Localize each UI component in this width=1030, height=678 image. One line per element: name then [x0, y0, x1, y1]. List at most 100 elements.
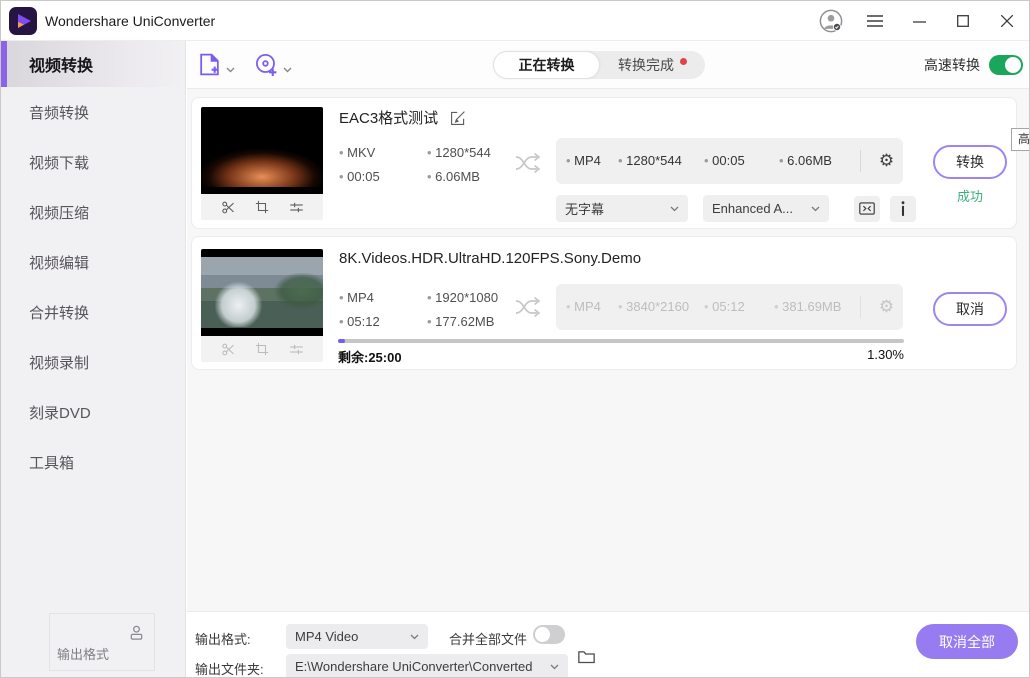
- remaining-time: 剩余:25:00: [338, 347, 402, 366]
- add-disc-icon: [254, 52, 279, 77]
- progress-fill: [338, 339, 345, 343]
- target-size: 381.69MB: [774, 284, 841, 330]
- settings-gear-icon[interactable]: ⚙: [870, 138, 903, 184]
- output-folder-dropdown[interactable]: E:\Wondershare UniConverter\Converted: [286, 654, 568, 678]
- sidebar-item-label: 刻录DVD: [29, 402, 91, 423]
- sidebar-item-audio-convert[interactable]: 音频转换: [1, 87, 185, 137]
- sidebar-item-video-edit[interactable]: 视频编辑: [1, 237, 185, 287]
- convert-button[interactable]: 转换: [933, 145, 1007, 179]
- sidebar-item-toolbox[interactable]: 工具箱: [1, 437, 185, 487]
- titlebar: Wondershare UniConverter: [1, 1, 1029, 41]
- progress-percent: 1.30%: [804, 347, 904, 362]
- edit-title-icon[interactable]: [450, 110, 466, 126]
- tab-converting-label: 正在转换: [519, 55, 575, 75]
- toolbar: 正在转换 转换完成 高速转换 高速: [187, 41, 1030, 89]
- merge-all-label: 合并全部文件: [449, 629, 527, 648]
- info-icon[interactable]: [890, 196, 916, 222]
- audio-dropdown[interactable]: Enhanced A...: [703, 195, 829, 222]
- source-info: MKV 1280*544 00:05 6.06MB: [339, 140, 491, 188]
- output-folder-value: E:\Wondershare UniConverter\Converted: [295, 659, 533, 674]
- video-thumbnail: [201, 249, 323, 336]
- task-row: EAC3格式测试 MKV 1280*544 00:05 6.06MB: [191, 97, 1017, 229]
- compress-icon[interactable]: [854, 196, 880, 222]
- add-file-icon: [197, 52, 222, 77]
- sidebar-item-video-download[interactable]: 视频下载: [1, 137, 185, 187]
- account-avatar[interactable]: [819, 9, 843, 33]
- target-size: 6.06MB: [779, 138, 832, 184]
- chevron-down-icon: [811, 206, 820, 212]
- sidebar-item-screen-record[interactable]: 视频录制: [1, 337, 185, 387]
- audio-dropdown-value: Enhanced A...: [712, 201, 793, 216]
- sidebar-item-merge-convert[interactable]: 合并转换: [1, 287, 185, 337]
- close-button[interactable]: [995, 9, 1019, 33]
- target-resolution: 3840*2160: [618, 284, 689, 330]
- sidebar-item-label: 合并转换: [29, 302, 89, 323]
- chevron-down-icon: [226, 67, 235, 73]
- cancel-button[interactable]: 取消: [933, 292, 1007, 326]
- cancel-all-button[interactable]: 取消全部: [916, 624, 1018, 659]
- chevron-down-icon: [283, 67, 292, 73]
- sidebar-item-video-compress[interactable]: 视频压缩: [1, 187, 185, 237]
- trim-icon: [221, 342, 236, 357]
- tab-converting[interactable]: 正在转换: [494, 52, 599, 78]
- maximize-button[interactable]: [951, 9, 975, 33]
- subtitle-dropdown[interactable]: 无字幕: [556, 195, 688, 222]
- minimize-button[interactable]: [907, 9, 931, 33]
- app-logo-icon: [9, 7, 37, 35]
- divider: [860, 296, 861, 318]
- output-format-fragment-label: 输出格式: [57, 644, 109, 663]
- thumbnail-toolbar: [201, 336, 323, 362]
- progress-bar: [338, 339, 904, 343]
- target-duration: 00:05: [704, 138, 745, 184]
- crop-icon[interactable]: [255, 200, 269, 214]
- sidebar: 视频转换 音频转换 视频下载 视频压缩 视频编辑 合并转换 视频录制 刻录DVD…: [1, 41, 186, 678]
- file-title: 8K.Videos.HDR.UltraHD.120FPS.Sony.Demo: [339, 250, 641, 267]
- output-format-value: MP4 Video: [295, 629, 358, 644]
- trim-icon[interactable]: [221, 200, 236, 215]
- target-format: MP4: [566, 284, 601, 330]
- sidebar-item-label: 视频压缩: [29, 202, 89, 223]
- divider: [860, 150, 861, 172]
- output-format-label: 输出格式:: [195, 629, 251, 648]
- source-info: MP4 1920*1080 05:12 177.62MB: [339, 285, 498, 333]
- subtitle-dropdown-value: 无字幕: [565, 199, 604, 218]
- sidebar-item-label: 视频编辑: [29, 252, 89, 273]
- source-size: 177.62MB: [427, 314, 498, 329]
- high-speed-tooltip: 高速: [1011, 128, 1030, 151]
- output-format-fragment: 输出格式: [49, 613, 155, 671]
- user-card-icon: [128, 624, 145, 641]
- sidebar-item-label: 工具箱: [29, 452, 74, 473]
- sidebar-item-burn-dvd[interactable]: 刻录DVD: [1, 387, 185, 437]
- source-format: MKV: [339, 145, 427, 160]
- task-list: EAC3格式测试 MKV 1280*544 00:05 6.06MB: [187, 89, 1030, 611]
- status-success: 成功: [933, 186, 1007, 205]
- sidebar-item-label: 视频录制: [29, 352, 89, 373]
- chevron-down-icon: [670, 206, 679, 212]
- thumbnail-toolbar: [201, 194, 323, 220]
- open-folder-icon[interactable]: [578, 649, 595, 664]
- sidebar-item-label: 视频转换: [29, 52, 93, 76]
- source-resolution: 1280*544: [427, 145, 491, 160]
- tab-finished[interactable]: 转换完成: [600, 51, 705, 79]
- output-format-dropdown[interactable]: MP4 Video: [286, 624, 428, 649]
- target-resolution: 1280*544: [618, 138, 682, 184]
- merge-all-toggle[interactable]: [533, 625, 565, 644]
- video-thumbnail: [201, 107, 323, 194]
- high-speed-toggle[interactable]: [989, 55, 1023, 75]
- notification-dot: [680, 58, 687, 65]
- target-info-box: MP4 3840*2160 05:12 381.69MB ⚙: [556, 284, 903, 330]
- source-resolution: 1920*1080: [427, 290, 498, 305]
- source-duration: 05:12: [339, 314, 427, 329]
- target-duration: 05:12: [704, 284, 745, 330]
- add-dvd-button[interactable]: [254, 52, 292, 77]
- effects-icon[interactable]: [289, 200, 304, 215]
- sidebar-item-video-convert[interactable]: 视频转换: [1, 41, 185, 87]
- thumbnail-block: [201, 107, 323, 220]
- sidebar-item-label: 视频下载: [29, 152, 89, 173]
- app-title: Wondershare UniConverter: [45, 1, 215, 41]
- menu-icon[interactable]: [863, 9, 887, 33]
- sidebar-item-label: 音频转换: [29, 102, 89, 123]
- task-row: 8K.Videos.HDR.UltraHD.120FPS.Sony.Demo M…: [191, 236, 1017, 370]
- add-files-button[interactable]: [197, 52, 235, 77]
- footer-bar: 输出格式: MP4 Video 合并全部文件 输出文件夹: E:\Wonders…: [187, 611, 1030, 678]
